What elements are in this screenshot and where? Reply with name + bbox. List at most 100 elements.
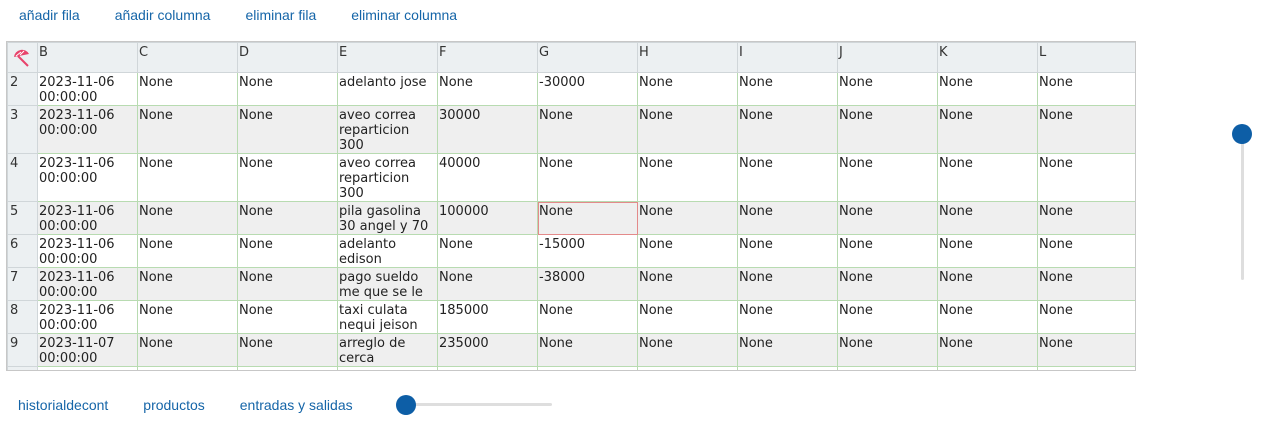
table-cell[interactable]: None (1037, 366, 1135, 370)
row-header[interactable]: 5 (7, 201, 38, 235)
table-cell[interactable]: None (137, 201, 238, 235)
table-cell[interactable]: None (637, 105, 738, 154)
table-cell[interactable]: None (837, 366, 938, 370)
table-cell[interactable]: None (537, 201, 638, 235)
table-cell[interactable]: None (937, 153, 1038, 202)
table-cell[interactable]: None (737, 72, 838, 106)
row-header[interactable]: 9 (7, 333, 38, 367)
table-cell[interactable]: None (237, 153, 338, 202)
table-cell[interactable]: None (1037, 201, 1135, 235)
delete-column-button[interactable]: eliminar columna (334, 0, 474, 30)
column-header[interactable]: H (637, 42, 738, 73)
table-cell[interactable]: taxi culata nequi jeison (337, 300, 438, 334)
table-cell[interactable]: None (837, 72, 938, 106)
row-header[interactable]: 10 (7, 366, 38, 370)
table-cell[interactable]: None (1037, 267, 1135, 301)
column-header[interactable]: L (1037, 42, 1135, 73)
table-cell[interactable]: 2023-11-06 00:00:00 (37, 300, 138, 334)
table-cell[interactable]: arreglo de cerca (337, 333, 438, 367)
table-cell[interactable]: adelanto jose (337, 72, 438, 106)
table-cell[interactable]: None (237, 267, 338, 301)
table-cell[interactable]: None (137, 105, 238, 154)
table-cell[interactable]: bulto de cemento (337, 366, 438, 370)
table-cell[interactable]: None (137, 153, 238, 202)
table-cell[interactable]: None (937, 267, 1038, 301)
table-cell[interactable]: -30000 (537, 72, 638, 106)
table-cell[interactable]: pila gasolina 30 angel y 70 (337, 201, 438, 235)
table-cell[interactable]: 2023-11-06 00:00:00 (37, 234, 138, 268)
table-cell[interactable]: None (637, 300, 738, 334)
table-cell[interactable]: 30000 (437, 105, 538, 154)
table-cell[interactable]: None (837, 153, 938, 202)
horizontal-scroll-slider[interactable] (396, 395, 552, 415)
table-cell[interactable]: None (937, 72, 1038, 106)
row-header[interactable]: 2 (7, 72, 38, 106)
column-header[interactable]: E (337, 42, 438, 73)
table-cell[interactable]: None (837, 201, 938, 235)
table-cell[interactable]: -35000 (537, 366, 638, 370)
spreadsheet-grid[interactable]: BCDEFGHIJKL 2 2023-11-06 00:00:00 None None… (6, 41, 1136, 371)
table-cell[interactable]: 2023-11-07 00:00:00 (37, 333, 138, 367)
table-cell[interactable]: pago sueldo me que se le (337, 267, 438, 301)
table-cell[interactable]: None (837, 300, 938, 334)
sheet-tab[interactable]: productos (126, 390, 221, 420)
table-cell[interactable]: None (737, 105, 838, 154)
vertical-slider-thumb[interactable] (1232, 124, 1252, 144)
table-cell[interactable]: None (937, 300, 1038, 334)
table-cell[interactable]: None (937, 333, 1038, 367)
table-cell[interactable]: None (537, 333, 638, 367)
table-cell[interactable]: None (737, 366, 838, 370)
row-header[interactable]: 3 (7, 105, 38, 154)
table-cell[interactable]: None (737, 234, 838, 268)
row-header[interactable]: 8 (7, 300, 38, 334)
column-header[interactable]: D (237, 42, 338, 73)
table-cell[interactable]: None (137, 267, 238, 301)
table-cell[interactable]: None (637, 267, 738, 301)
sheet-tab[interactable]: historialdecont (1, 390, 125, 420)
table-cell[interactable]: None (637, 72, 738, 106)
table-cell[interactable]: aveo correa reparticion 300 (337, 153, 438, 202)
table-cell[interactable]: None (837, 234, 938, 268)
table-cell[interactable]: None (237, 201, 338, 235)
table-cell[interactable]: 185000 (437, 300, 538, 334)
table-cell[interactable]: None (737, 267, 838, 301)
table-cell[interactable]: None (537, 153, 638, 202)
table-cell[interactable]: 2023-11-06 00:00:00 (37, 105, 138, 154)
table-cell[interactable]: None (837, 333, 938, 367)
table-cell[interactable]: None (437, 72, 538, 106)
table-cell[interactable]: None (537, 105, 638, 154)
table-cell[interactable]: None (937, 201, 1038, 235)
table-cell[interactable]: None (237, 105, 338, 154)
table-cell[interactable]: -38000 (537, 267, 638, 301)
table-cell[interactable]: None (137, 234, 238, 268)
table-cell[interactable]: None (737, 201, 838, 235)
table-cell[interactable]: -15000 (537, 234, 638, 268)
table-cell[interactable]: None (237, 72, 338, 106)
table-cell[interactable]: None (237, 234, 338, 268)
table-cell[interactable]: 2023-11-06 00:00:00 (37, 72, 138, 106)
table-cell[interactable]: 40000 (437, 153, 538, 202)
table-cell[interactable]: 100000 (437, 201, 538, 235)
table-cell[interactable]: None (737, 153, 838, 202)
table-cell[interactable]: None (937, 234, 1038, 268)
table-cell[interactable]: None (1037, 333, 1135, 367)
column-header[interactable]: B (37, 42, 138, 73)
table-cell[interactable]: None (1037, 153, 1135, 202)
vertical-scroll-slider[interactable] (1232, 124, 1252, 280)
table-cell[interactable]: None (1037, 234, 1135, 268)
table-cell[interactable]: None (937, 105, 1038, 154)
table-cell[interactable]: 2023-11-06 00:00:00 (37, 201, 138, 235)
row-header[interactable]: 6 (7, 234, 38, 268)
sheet-tab[interactable]: entradas y salidas (223, 390, 370, 420)
table-cell[interactable]: None (1037, 300, 1135, 334)
table-cell[interactable]: None (637, 153, 738, 202)
column-header[interactable]: G (537, 42, 638, 73)
table-cell[interactable]: None (637, 366, 738, 370)
table-cell[interactable]: None (237, 333, 338, 367)
select-all-corner[interactable] (7, 42, 38, 73)
table-cell[interactable]: None (137, 72, 238, 106)
add-column-button[interactable]: añadir columna (98, 0, 228, 30)
table-cell[interactable]: None (537, 300, 638, 334)
table-cell[interactable]: None (737, 333, 838, 367)
column-header[interactable]: K (937, 42, 1038, 73)
